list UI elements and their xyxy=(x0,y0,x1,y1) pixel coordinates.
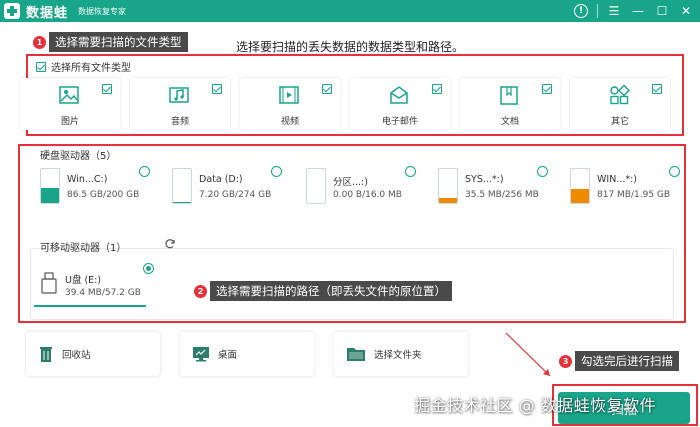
annotation-label-3: 勾选完后进行扫描 xyxy=(575,351,679,371)
watermark-text: 掘金技术社区 @ 数据蛙恢复软件 xyxy=(414,396,657,415)
annotation-number-3: 3 xyxy=(559,355,572,368)
